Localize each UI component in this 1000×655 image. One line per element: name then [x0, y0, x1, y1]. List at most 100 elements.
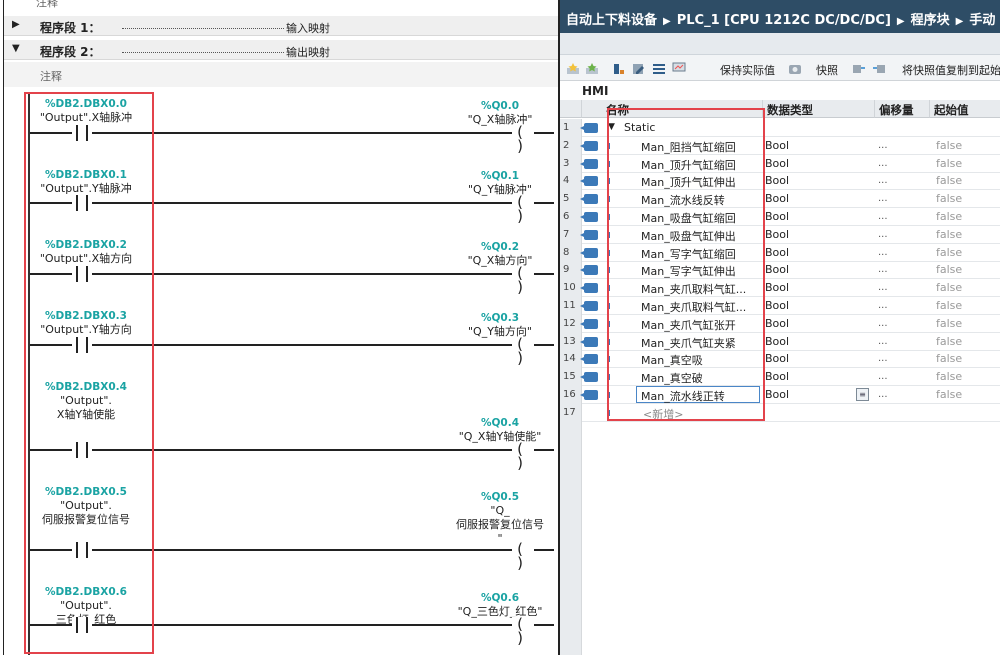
coil-operand[interactable]: "Q_ 伺服报警复位信号 " [444, 504, 556, 546]
coil-operand[interactable]: "Q_三色灯_红色" [444, 605, 556, 619]
copy-snapshot-to-start-button[interactable]: 将快照值复制到起始 [902, 62, 1000, 78]
member-icon [580, 283, 598, 294]
member-start-value[interactable]: false [936, 263, 962, 276]
member-start-value[interactable]: false [936, 192, 962, 205]
member-datatype[interactable]: Bool [765, 157, 789, 170]
collapse-all-icon[interactable] [632, 62, 646, 76]
chevron-right-icon: ▶ [663, 16, 671, 27]
member-offset: ... [878, 157, 888, 169]
member-datatype[interactable]: Bool [765, 299, 789, 312]
member-start-value[interactable]: false [936, 317, 962, 330]
member-icon [580, 336, 598, 347]
breadcrumb-manual[interactable]: 手动 [969, 13, 995, 28]
collapse-toggle-icon[interactable]: ▶ [12, 19, 20, 30]
breadcrumb-blocks[interactable]: 程序块 [911, 13, 950, 28]
column-header-datatype[interactable]: 数据类型 [763, 100, 875, 118]
member-datatype[interactable]: Bool [765, 192, 789, 205]
coil-address[interactable]: %Q0.6 [444, 592, 556, 604]
column-header-start-value[interactable]: 起始值 [930, 100, 1000, 118]
insert-row-icon[interactable] [566, 62, 580, 76]
member-start-value[interactable]: false [936, 335, 962, 348]
member-datatype[interactable]: Bool [765, 388, 789, 401]
member-start-value[interactable]: false [936, 157, 962, 170]
datatype-picker-icon[interactable]: ≡ [856, 388, 869, 401]
network-1-header[interactable]: ▶ 程序段 1： 输入映射 [4, 16, 558, 36]
member-start-value[interactable]: false [936, 352, 962, 365]
snapshot-icon[interactable] [788, 62, 802, 76]
load-snapshot-icon[interactable] [872, 62, 886, 76]
network-1-title[interactable]: 输入映射 [286, 20, 330, 36]
coil-operand[interactable]: "Q_Y轴脉冲" [444, 183, 556, 197]
coil-operand[interactable]: "Q_X轴脉冲" [444, 113, 556, 127]
member-datatype[interactable]: Bool [765, 263, 789, 276]
row-number: 1 [560, 119, 582, 137]
member-start-value[interactable]: false [936, 228, 962, 241]
coil-address[interactable]: %Q0.2 [444, 241, 556, 253]
monitor-icon[interactable] [672, 62, 686, 76]
network-2-label: 程序段 2： [40, 45, 101, 59]
network-2-header[interactable]: ▼ 程序段 2： 输出映射 [4, 40, 558, 60]
column-header-offset[interactable]: 偏移量 [875, 100, 930, 118]
breadcrumb-project[interactable]: 自动上下料设备 [566, 13, 657, 28]
member-start-value[interactable]: false [936, 370, 962, 383]
coil-address[interactable]: %Q0.5 [444, 491, 556, 503]
list-view-icon[interactable] [652, 62, 666, 76]
member-start-value[interactable]: false [936, 299, 962, 312]
coil-operand-line: "Q_X轴方向" [467, 254, 533, 267]
coil-operand[interactable]: "Q_X轴方向" [444, 254, 556, 268]
member-datatype[interactable]: Bool [765, 228, 789, 241]
member-icon [580, 372, 598, 383]
db-editor: 自动上下料设备 ▶ PLC_1 [CPU 1212C DC/DC/DC] ▶ 程序块 ▶ 手… [558, 0, 1000, 655]
output-coil-icon[interactable]: ( ) [512, 542, 534, 571]
copy-snapshot-icon[interactable] [852, 62, 866, 76]
member-datatype[interactable]: Bool [765, 335, 789, 348]
member-icon [580, 301, 598, 311]
highlight-box-contacts [24, 92, 154, 654]
expand-toggle-icon[interactable]: ▼ [12, 43, 20, 54]
coil-operand-line: "Q_X轴Y轴使能" [458, 430, 542, 443]
snapshot-button[interactable]: 快照 [816, 62, 838, 78]
coil-address[interactable]: %Q0.4 [444, 417, 556, 429]
member-datatype[interactable]: Bool [765, 317, 789, 330]
member-icon [580, 158, 598, 169]
keep-actual-values-button[interactable]: 保持实际值 [720, 62, 775, 78]
member-datatype[interactable]: Bool [765, 174, 789, 187]
member-start-value[interactable]: false [936, 174, 962, 187]
coil-operand[interactable]: "Q_X轴Y轴使能" [444, 430, 556, 444]
coil-address[interactable]: %Q0.3 [444, 312, 556, 324]
row-number: 16 [560, 386, 582, 404]
add-row-icon[interactable] [585, 62, 599, 76]
chevron-right-icon: ▶ [896, 16, 905, 27]
breadcrumb-plc[interactable]: PLC_1 [CPU 1212C DC/DC/DC] [677, 13, 891, 28]
output-coil-icon[interactable]: ( ) [512, 617, 534, 646]
output-coil-icon[interactable]: ( ) [512, 125, 534, 154]
coil-operand-line: "Q_ [490, 504, 510, 517]
member-offset: ... [878, 211, 888, 222]
member-datatype[interactable]: Bool [765, 139, 789, 152]
coil-operand[interactable]: "Q_Y轴方向" [444, 325, 556, 339]
member-start-value[interactable]: false [936, 281, 962, 294]
output-coil-icon[interactable]: ( ) [512, 442, 534, 471]
member-datatype[interactable]: Bool [765, 210, 789, 223]
member-start-value[interactable]: false [936, 139, 962, 152]
member-start-value[interactable]: false [936, 388, 962, 401]
member-offset: ... [878, 282, 888, 294]
member-start-value[interactable]: false [936, 210, 962, 223]
coil-operand-line: "Q_Y轴脉冲" [468, 183, 532, 196]
network-2-title[interactable]: 输出映射 [286, 44, 330, 60]
network-title-leader [122, 28, 284, 29]
member-datatype[interactable]: Bool [765, 246, 789, 259]
member-start-value[interactable]: false [936, 246, 962, 259]
output-coil-icon[interactable]: ( ) [512, 195, 534, 224]
coil-address[interactable]: %Q0.1 [444, 170, 556, 182]
member-datatype[interactable]: Bool [765, 281, 789, 294]
member-offset: ... [878, 193, 888, 205]
member-datatype[interactable]: Bool [765, 352, 789, 365]
coil-address[interactable]: %Q0.0 [444, 100, 556, 112]
member-datatype[interactable]: Bool [765, 370, 789, 383]
output-coil-icon[interactable]: ( ) [512, 337, 534, 366]
output-coil-icon[interactable]: ( ) [512, 266, 534, 295]
network-comment[interactable]: 注释 [4, 62, 558, 87]
member-offset: ... [878, 264, 888, 276]
expand-all-icon[interactable] [612, 62, 626, 76]
